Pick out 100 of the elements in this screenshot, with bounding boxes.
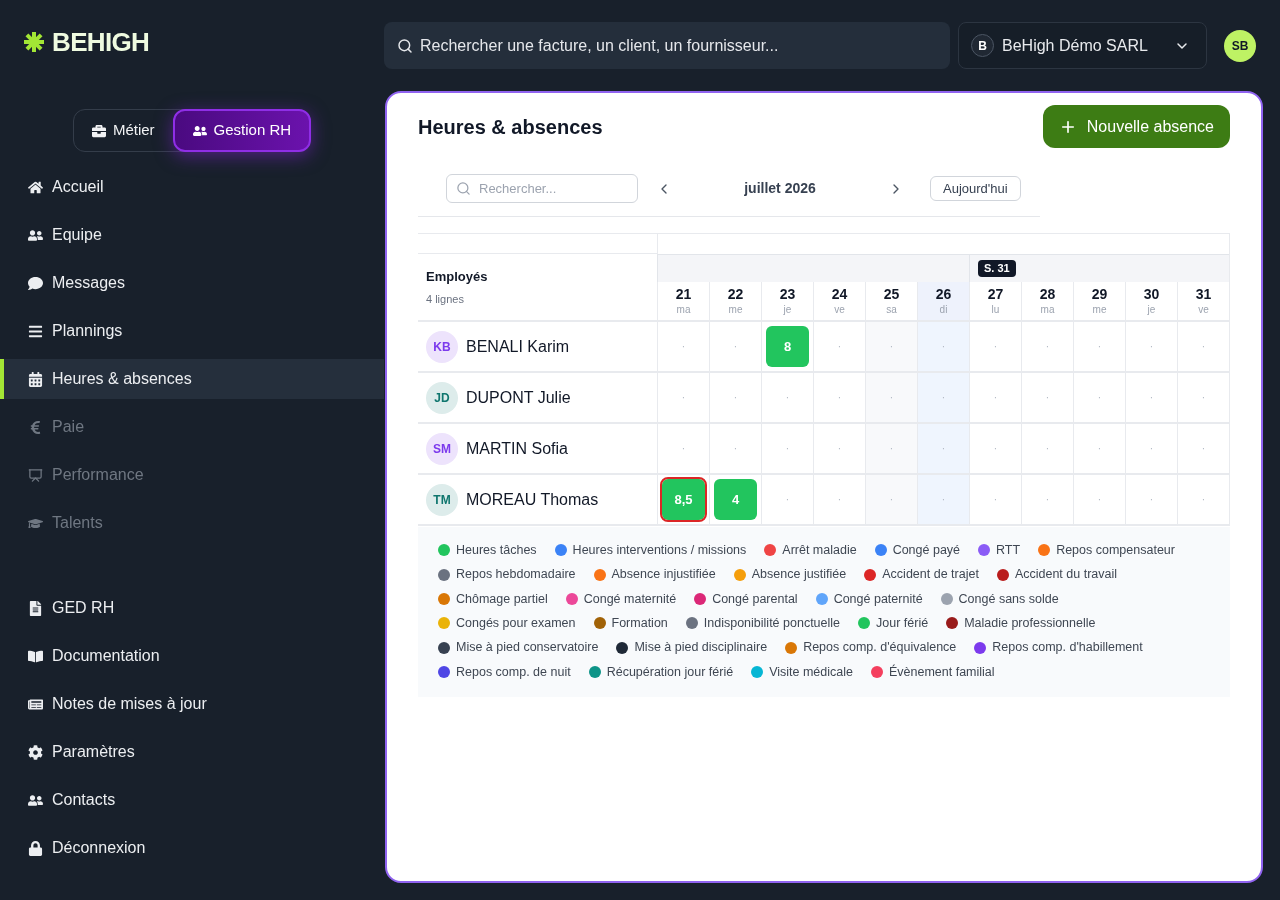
list-icon — [28, 323, 43, 339]
nav-item[interactable]: Paramètres — [0, 732, 384, 772]
day-cell: · — [865, 475, 917, 526]
month-label: juillet 2026 — [743, 179, 817, 198]
nav-item[interactable]: Accueil — [0, 167, 384, 207]
nav-item[interactable]: Notes de mises à jour — [0, 684, 384, 724]
avatar: JD — [426, 381, 458, 414]
row-count: 4 lignes — [426, 292, 464, 307]
legend-label: Formation — [611, 615, 668, 632]
legend-label: Maladie professionnelle — [964, 615, 1096, 632]
day-cell: · — [657, 373, 709, 424]
legend-label: Repos comp. d'habillement — [992, 639, 1143, 657]
day-cell: · — [761, 373, 813, 424]
users-icon — [192, 123, 207, 138]
day-cell: · — [917, 424, 969, 475]
legend-label: Absence justifiée — [751, 566, 847, 584]
weekday-label: ve — [1198, 303, 1209, 316]
avatar: KB — [426, 330, 458, 363]
day-cell: · — [1177, 322, 1229, 373]
search-icon — [456, 181, 471, 196]
legend-label: Repos compensateur — [1056, 541, 1175, 559]
nav-item[interactable]: Déconnexion — [0, 828, 384, 868]
legend-label: Arrêt maladie — [782, 541, 857, 559]
week-badge: S. 31 — [978, 260, 1016, 277]
users-icon — [28, 792, 43, 808]
search-field[interactable]: Rechercher... — [446, 174, 638, 203]
weekday-label: ve — [834, 303, 845, 316]
legend-label: Heures tâches — [456, 541, 537, 559]
home-icon — [28, 179, 43, 195]
legend-label: Jour férié — [876, 615, 929, 632]
day-cell: · — [1125, 322, 1177, 373]
weekday-label: ma — [676, 303, 691, 316]
weekday-label: me — [728, 303, 743, 316]
nav-item[interactable]: Equipe — [0, 215, 384, 255]
briefcase-icon — [91, 123, 106, 138]
day-cell: · — [813, 322, 865, 373]
day-cell: · — [865, 373, 917, 424]
logo-icon — [24, 32, 44, 52]
day-cell: · — [1021, 475, 1073, 526]
calendar-icon — [28, 371, 43, 387]
day-cell: · — [1021, 373, 1073, 424]
today-button[interactable]: Aujourd'hui — [930, 176, 1021, 201]
day-cell: · — [969, 424, 1021, 475]
day-cell: · — [917, 322, 969, 373]
day-cell: · — [1177, 475, 1229, 526]
day-cell: · — [969, 373, 1021, 424]
day-cell: · — [813, 424, 865, 475]
user-avatar[interactable]: SB — [1224, 29, 1256, 62]
legend-label: Congé paternité — [833, 590, 923, 608]
lock-icon — [28, 840, 43, 856]
euro-icon — [28, 419, 43, 435]
nav-item[interactable]: Contacts — [0, 780, 384, 820]
day-cell: · — [709, 322, 761, 373]
brand-name: BEHIGH — [52, 29, 150, 55]
company-selector[interactable]: B BeHigh Démo SARL — [958, 22, 1207, 69]
day-number: 25 — [883, 285, 900, 303]
legend-label: Congé parental — [712, 590, 798, 608]
presentation-icon — [28, 467, 43, 483]
search-field[interactable]: Rechercher une facture, un client, un fournisseur... — [384, 22, 950, 69]
avatar: SM — [426, 432, 458, 465]
column-header: Employés — [426, 267, 488, 286]
day-cell: · — [761, 475, 813, 526]
search-icon — [397, 37, 413, 54]
nav-item[interactable]: Documentation — [0, 636, 384, 676]
nav-item[interactable]: GED RH — [0, 588, 384, 628]
day-cell: · — [657, 424, 709, 475]
legend-label: Accident du travail — [1014, 566, 1117, 584]
new-absence-button[interactable]: Nouvelle absence — [1042, 105, 1230, 148]
legend-label: Chômage partiel — [456, 590, 548, 608]
weekday-label: lu — [991, 303, 1000, 316]
nav-item[interactable]: Heures & absences — [0, 359, 384, 399]
day-cell: · — [865, 424, 917, 475]
weekday-label: me — [1092, 303, 1107, 316]
nav-item[interactable]: Plannings — [0, 311, 384, 351]
day-cell: · — [1021, 424, 1073, 475]
users-icon — [28, 227, 43, 243]
day-cell: · — [709, 424, 761, 475]
legend-label: Repos comp. de nuit — [456, 663, 571, 681]
day-cell: · — [1177, 373, 1229, 424]
legend-label: Absence injustifiée — [611, 566, 716, 584]
legend-label: Congés pour examen — [456, 615, 576, 632]
day-number: 29 — [1091, 285, 1108, 303]
day-cell: · — [1073, 322, 1125, 373]
day-cell: · — [1125, 475, 1177, 526]
day-cell: · — [1177, 424, 1229, 475]
legend-label: Heures interventions / missions — [572, 541, 747, 559]
day-cell: · — [761, 424, 813, 475]
nav-item[interactable]: Messages — [0, 263, 384, 303]
legend-label: Indisponibilité ponctuelle — [703, 615, 841, 632]
book-icon — [28, 648, 43, 664]
settings-icon — [28, 744, 43, 760]
chat-bubble-icon — [28, 275, 43, 291]
day-cell: · — [969, 322, 1021, 373]
mode-tab[interactable]: Métier — [73, 110, 173, 151]
file-icon — [28, 600, 43, 616]
legend-label: Congé sans solde — [958, 590, 1059, 608]
mode-tab[interactable]: Gestion RH — [172, 109, 312, 152]
day-number: 26 — [935, 285, 952, 303]
legend-label: Congé payé — [892, 541, 961, 559]
day-cell: · — [813, 373, 865, 424]
